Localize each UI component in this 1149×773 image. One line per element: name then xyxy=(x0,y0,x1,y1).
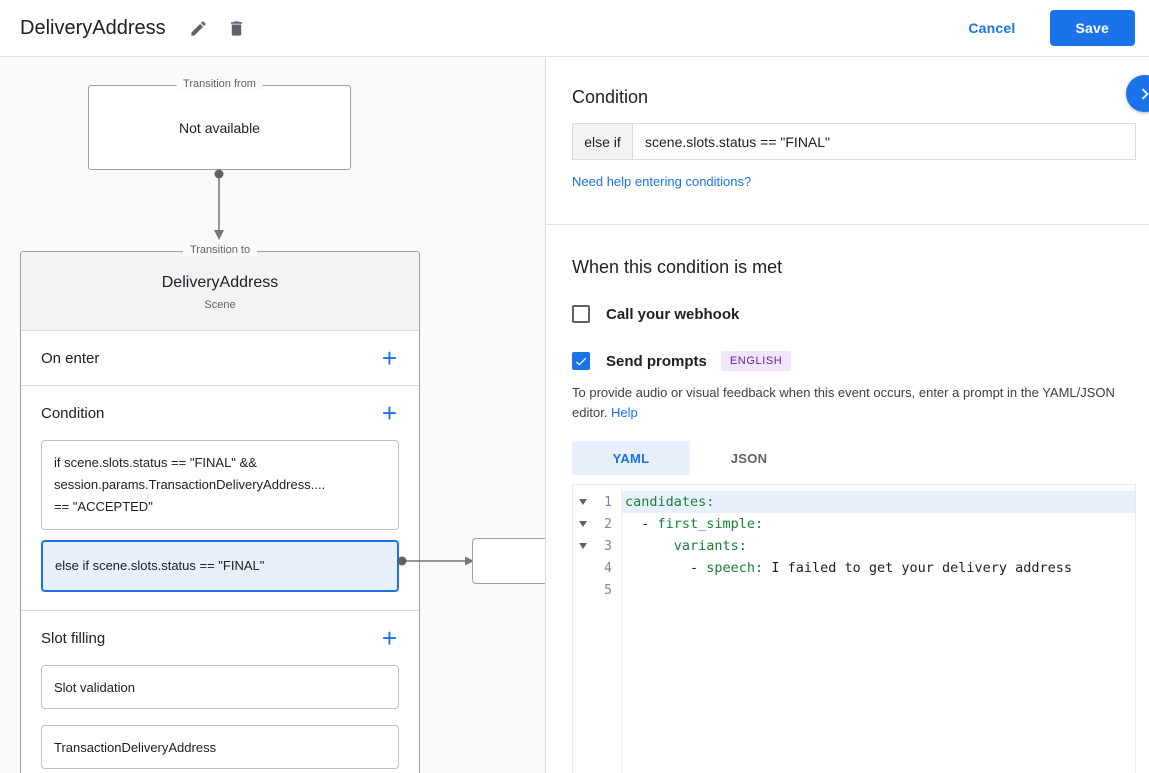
chevron-right-icon xyxy=(1141,88,1149,99)
app-window: DeliveryAddress Cancel Save Transition f… xyxy=(0,0,1149,773)
trash-icon xyxy=(231,20,243,36)
line-number: 1 xyxy=(604,494,612,510)
transition-from-value: Not available xyxy=(179,119,260,136)
slot-item[interactable]: Slot validation xyxy=(41,665,399,709)
line-number: 4 xyxy=(604,560,612,576)
cancel-button[interactable]: Cancel xyxy=(968,20,1015,36)
prompt-description-text: To provide audio or visual feedback when… xyxy=(572,385,1115,420)
when-met-title: When this condition is met xyxy=(572,257,783,277)
panel-title: Condition xyxy=(572,87,649,107)
condition-section-title: Condition xyxy=(41,404,105,422)
send-prompts-checkbox[interactable] xyxy=(572,352,590,370)
webhook-checkbox[interactable] xyxy=(572,305,590,323)
scene-card: Transition to DeliveryAddress Scene On e… xyxy=(20,244,420,773)
slot-filling-title: Slot filling xyxy=(41,629,106,647)
add-on-enter-button[interactable]: + xyxy=(380,345,399,371)
code-line: - first_simple: xyxy=(625,516,764,532)
editor-line[interactable]: 4 - speech: I failed to get your deliver… xyxy=(573,557,1135,579)
webhook-label: Call your webhook xyxy=(606,305,740,323)
scene-type: Scene xyxy=(204,299,236,311)
transition-from-label: Transition from xyxy=(176,78,263,90)
section-divider xyxy=(546,224,1149,225)
fold-arrow-icon[interactable] xyxy=(573,499,593,505)
on-enter-title: On enter xyxy=(41,349,100,367)
on-enter-section: On enter + xyxy=(21,331,419,386)
edit-name-button[interactable] xyxy=(180,9,218,47)
condition-editor-panel: Condition else if Need help entering con… xyxy=(546,57,1149,773)
condition-expression-row: else if xyxy=(572,123,1136,160)
code-line: variants: xyxy=(673,538,747,554)
transition-from-node: Transition from Not available xyxy=(88,78,351,170)
send-prompts-label: Send prompts xyxy=(606,352,707,370)
add-slot-button[interactable]: + xyxy=(380,625,399,651)
condition-input[interactable] xyxy=(633,123,1136,160)
pencil-icon xyxy=(191,20,206,36)
add-condition-button[interactable]: + xyxy=(380,400,399,426)
code-line: candidates: xyxy=(621,491,1135,513)
condition-prefix-label: else if xyxy=(572,123,633,160)
editor-line[interactable]: 5 xyxy=(573,579,1135,601)
yaml-editor-lines: 1 candidates: 2 - first_simple: 3 variants:… xyxy=(573,491,1135,601)
slot-filling-section: Slot filling + Slot validation Transactio… xyxy=(21,611,419,769)
header: DeliveryAddress Cancel Save xyxy=(0,0,1149,57)
line-number: 2 xyxy=(604,516,612,532)
fold-arrow-icon[interactable] xyxy=(573,543,593,549)
line-number: 3 xyxy=(604,538,612,554)
editor-line[interactable]: 3 variants: xyxy=(573,535,1135,557)
scene-card-header[interactable]: DeliveryAddress Scene xyxy=(21,252,419,331)
code-line: - speech: I failed to get your delivery … xyxy=(625,560,1073,576)
tab-json[interactable]: JSON xyxy=(690,441,808,475)
save-button[interactable]: Save xyxy=(1049,10,1135,46)
condition-transition-connector xyxy=(397,556,474,566)
tab-yaml[interactable]: YAML xyxy=(572,441,690,475)
prompt-help-link[interactable]: Help xyxy=(611,405,638,420)
editor-line[interactable]: 2 - first_simple: xyxy=(573,513,1135,535)
prompt-description: To provide audio or visual feedback when… xyxy=(572,383,1132,423)
transition-to-label: Transition to xyxy=(182,244,258,256)
transition-target-node[interactable] xyxy=(472,538,545,584)
yaml-editor[interactable]: 1 candidates: 2 - first_simple: 3 variants:… xyxy=(572,484,1136,773)
condition-item[interactable]: if scene.slots.status == "FINAL" && sess… xyxy=(41,440,399,530)
line-number: 5 xyxy=(604,582,612,598)
prompts-option-row: Send prompts ENGLISH xyxy=(572,351,1149,371)
flow-diagram-panel: Transition from Not available Transition… xyxy=(0,57,546,773)
fold-arrow-icon[interactable] xyxy=(573,521,593,527)
down-arrow-connector xyxy=(214,169,224,240)
main-content: Transition from Not available Transition… xyxy=(0,57,1149,773)
slot-item[interactable]: TransactionDeliveryAddress xyxy=(41,725,399,769)
condition-section: Condition + if scene.slots.status == "FI… xyxy=(21,386,419,611)
webhook-option-row: Call your webhook xyxy=(572,305,1149,323)
page-title: DeliveryAddress xyxy=(20,16,166,39)
language-badge: ENGLISH xyxy=(720,351,792,371)
slot-list: Slot validation TransactionDeliveryAddres… xyxy=(21,665,419,769)
scene-name: DeliveryAddress xyxy=(161,274,279,291)
conditions-help-link[interactable]: Need help entering conditions? xyxy=(572,174,751,189)
editor-tabs: YAML JSON xyxy=(572,441,1149,475)
delete-scene-button[interactable] xyxy=(218,9,256,47)
condition-item-selected[interactable]: else if scene.slots.status == "FINAL" xyxy=(41,540,399,592)
check-icon xyxy=(575,357,587,366)
editor-line[interactable]: 1 candidates: xyxy=(573,491,1135,513)
